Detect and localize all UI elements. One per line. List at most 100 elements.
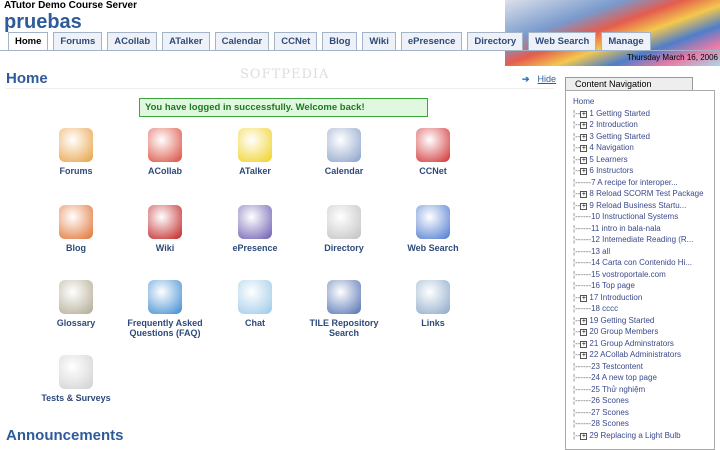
course-title[interactable]: pruebas [4,11,82,34]
tool-label: ACollab [148,166,182,176]
nav-item[interactable]: ¦--+9 Reload Business Startu... [573,201,714,213]
tab-forums[interactable]: Forums [53,32,102,50]
nav-item[interactable]: ¦--+20 Group Members [573,327,714,339]
nav-item[interactable]: ¦------28 Scones [573,419,714,431]
nav-item-label: 18 cccc [591,304,618,313]
nav-item[interactable]: ¦------12 Intemediate Reading (R... [573,235,714,247]
nav-item[interactable]: ¦------18 cccc [573,304,714,316]
tool-talker[interactable]: ATalker [205,128,305,176]
hide-label: Hide [538,74,557,84]
expand-icon[interactable]: + [580,318,587,325]
nav-item-label: 5 Learners [589,155,627,164]
nav-item[interactable]: ¦--+29 Replacing a Light Bulb [573,431,714,443]
nav-item-label: 20 Group Members [589,327,658,336]
tab-epresence[interactable]: ePresence [401,32,463,50]
nav-item[interactable]: ¦------26 Scones [573,396,714,408]
tab-atalker[interactable]: ATalker [162,32,209,50]
nav-item[interactable]: ¦--+1 Getting Started [573,109,714,121]
tool-directory[interactable]: Directory [294,205,394,253]
nav-item-label: 2 Introduction [589,120,637,129]
nav-item[interactable]: ¦------14 Carta con Contenido Hi... [573,258,714,270]
tab-home[interactable]: Home [8,32,48,51]
nav-item[interactable]: ¦------24 A new top page [573,373,714,385]
tool-pushpin[interactable]: Forums [26,128,126,176]
tab-ccnet[interactable]: CCNet [274,32,317,50]
expand-icon[interactable]: + [580,341,587,348]
directory-icon [327,205,361,239]
nav-item-label: 25 Thử nghiệm [591,385,645,394]
nav-item[interactable]: ¦--+22 ACollab Administrators [573,350,714,362]
tool-label: Links [421,318,445,328]
tool-label: Frequently Asked Questions (FAQ) [127,318,202,338]
tab-calendar[interactable]: Calendar [215,32,270,50]
tool-label: Calendar [325,166,364,176]
tab-blog[interactable]: Blog [322,32,357,50]
tool-label: CCNet [419,166,447,176]
tool-people[interactable]: ACollab [115,128,215,176]
expand-icon[interactable]: + [580,295,587,302]
nav-item[interactable]: ¦------16 Top page [573,281,714,293]
tool-question[interactable]: Frequently Asked Questions (FAQ) [115,280,215,338]
tool-label: ePresence [232,243,277,253]
nav-item[interactable]: ¦------15 vostroportale.com [573,270,714,282]
expand-icon[interactable]: + [580,145,587,152]
tool-google[interactable]: Web Search [383,205,483,253]
nav-item[interactable]: ¦------11 intro in bala-nala [573,224,714,236]
nav-item[interactable]: ¦--+19 Getting Started [573,316,714,328]
tab-manage[interactable]: Manage [601,32,650,50]
nav-item[interactable]: ¦--+6 Instructors [573,166,714,178]
header: ATutor Demo Course Server pruebas Home Fo… [0,0,720,50]
expand-icon[interactable]: + [580,122,587,129]
expand-icon[interactable]: + [580,433,587,440]
content-navigation-tab[interactable]: Content Navigation [565,77,693,90]
nav-item[interactable]: ¦------10 Instructional Systems [573,212,714,224]
expand-icon[interactable]: + [580,134,587,141]
nav-item[interactable]: ¦--+17 Introduction [573,293,714,305]
nav-home[interactable]: Home [573,97,714,109]
nav-item[interactable]: ¦------23 Testcontent [573,362,714,374]
nav-item[interactable]: ¦--+21 Group Adminstrators [573,339,714,351]
tool-label: Blog [66,243,86,253]
nav-item[interactable]: ¦--+4 Navigation [573,143,714,155]
expand-icon[interactable]: + [580,111,587,118]
tool-chat[interactable]: Chat [205,280,305,328]
tool-epresence[interactable]: ePresence [205,205,305,253]
tab-acollab[interactable]: ACollab [107,32,157,50]
tab-web-search[interactable]: Web Search [528,32,596,50]
nav-item[interactable]: ¦------7 A recipe for interoper... [573,178,714,190]
nav-item[interactable]: ¦------13 all [573,247,714,259]
site-name: ATutor Demo Course Server [4,0,137,11]
nav-item-label: 16 Top page [591,281,635,290]
expand-icon[interactable]: + [580,203,587,210]
tool-links[interactable]: Links [383,280,483,328]
tab-divider [0,50,720,51]
expand-icon[interactable]: + [580,168,587,175]
tab-wiki[interactable]: Wiki [362,32,395,50]
expand-icon[interactable]: + [580,157,587,164]
tool-label: Directory [324,243,364,253]
tool-book[interactable]: Glossary [26,280,126,328]
tab-directory[interactable]: Directory [467,32,523,50]
expand-icon[interactable]: + [580,329,587,336]
nav-item[interactable]: ¦------25 Thử nghiệm [573,385,714,397]
tool-checklist[interactable]: Tests & Surveys [26,355,126,403]
tool-label: Chat [245,318,265,328]
epresence-icon [238,205,272,239]
tool-label: Forums [59,166,92,176]
nav-item[interactable]: ¦--+5 Learners [573,155,714,167]
expand-icon[interactable]: + [580,191,587,198]
nav-item[interactable]: ¦--+2 Introduction [573,120,714,132]
hide-menu-link[interactable]: ➔Hide [522,74,556,85]
nav-item[interactable]: ¦--+3 Getting Started [573,132,714,144]
nav-item-label: 3 Getting Started [589,132,649,141]
expand-icon[interactable]: + [580,352,587,359]
page-title: Home [6,70,48,87]
nav-item[interactable]: ¦------27 Scones [573,408,714,420]
nav-item[interactable]: ¦--+8 Reload SCORM Test Package [573,189,714,201]
nav-item-label: 15 vostroportale.com [591,270,666,279]
tool-tile-search[interactable]: TILE Repository Search [294,280,394,338]
tool-wiki[interactable]: Wiki [115,205,215,253]
tool-blog[interactable]: Blog [26,205,126,253]
tool-ccnet[interactable]: CCNet [383,128,483,176]
tool-calendar[interactable]: Calendar [294,128,394,176]
